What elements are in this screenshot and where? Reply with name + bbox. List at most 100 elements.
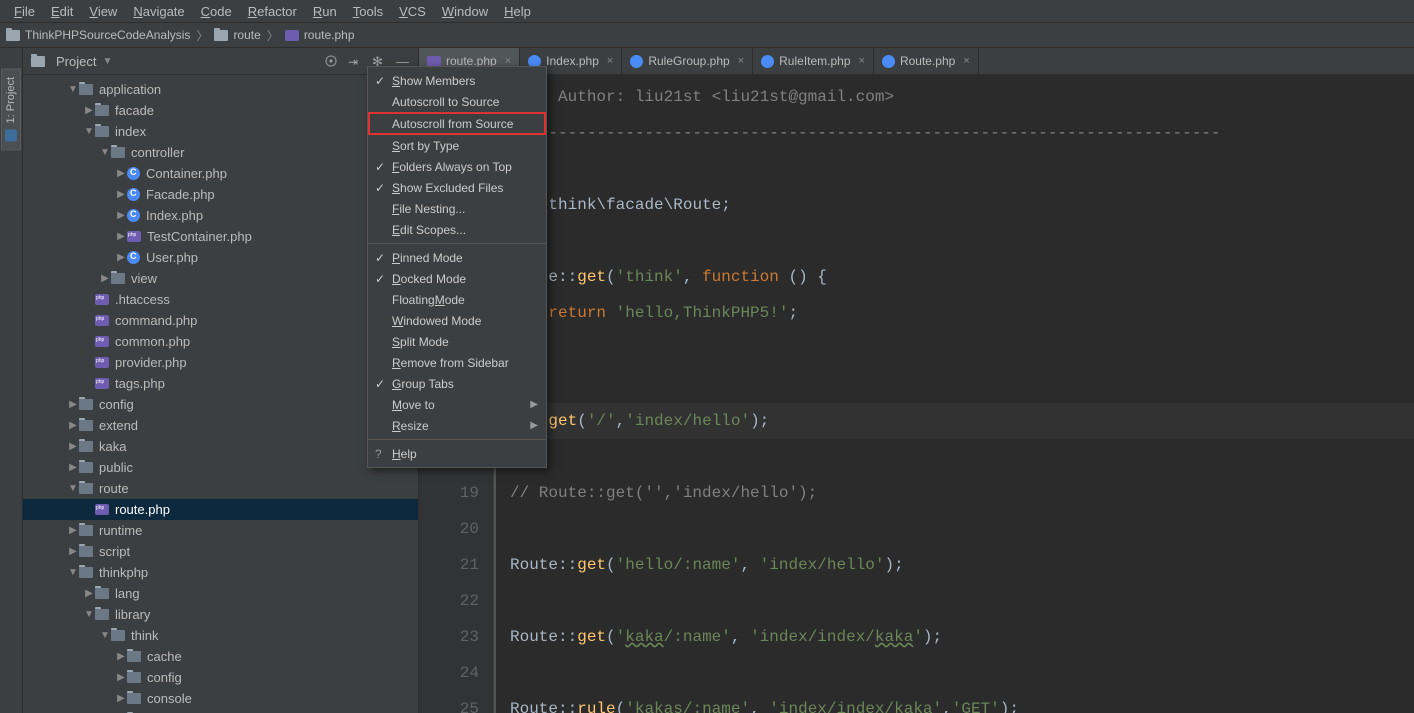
popup-move-to[interactable]: Move to▶	[368, 394, 546, 415]
menu-help[interactable]: Help	[496, 3, 539, 20]
breadcrumb-folder[interactable]: route	[233, 28, 260, 42]
popup-sort-by-type[interactable]: Sort by Type	[368, 135, 546, 156]
menu-tools[interactable]: Tools	[345, 3, 391, 20]
tree-arrow-icon[interactable]	[83, 105, 95, 116]
tree-arrow-icon[interactable]	[67, 525, 79, 536]
tree-item-tags-php[interactable]: tags.php	[23, 373, 418, 394]
close-tab-icon[interactable]: ×	[738, 55, 744, 67]
tree-item-User-php[interactable]: User.php	[23, 247, 418, 268]
tree-item-provider-php[interactable]: provider.php	[23, 352, 418, 373]
tree-item-extend[interactable]: extend	[23, 415, 418, 436]
project-tree[interactable]: applicationfacadeindexcontrollerContaine…	[23, 75, 418, 713]
tree-arrow-icon[interactable]	[115, 189, 127, 200]
popup-autoscroll-from-source[interactable]: Autoscroll from Source	[368, 112, 546, 135]
close-tab-icon[interactable]: ×	[963, 55, 969, 67]
close-tab-icon[interactable]: ×	[607, 55, 613, 67]
popup-windowed-mode[interactable]: Windowed Mode	[368, 310, 546, 331]
tree-item-db[interactable]: db	[23, 709, 418, 713]
menu-vcs[interactable]: VCS	[391, 3, 434, 20]
breadcrumb-file[interactable]: route.php	[304, 28, 355, 42]
tree-arrow-icon[interactable]	[67, 420, 79, 431]
popup-pinned-mode[interactable]: Pinned Mode	[368, 247, 546, 268]
tree-item-index[interactable]: index	[23, 121, 418, 142]
tree-item-think[interactable]: think	[23, 625, 418, 646]
popup-docked-mode[interactable]: Docked Mode	[368, 268, 546, 289]
tree-arrow-icon[interactable]	[67, 483, 79, 494]
tree-item--htaccess[interactable]: .htaccess	[23, 289, 418, 310]
tree-item-route-php[interactable]: route.php	[23, 499, 418, 520]
project-tool-tab[interactable]: 1: Project	[1, 68, 21, 150]
tab-RuleItem-php[interactable]: RuleItem.php×	[753, 48, 874, 74]
tree-item-application[interactable]: application	[23, 79, 418, 100]
menu-code[interactable]: Code	[193, 3, 240, 20]
popup-autoscroll-to-source[interactable]: Autoscroll to Source	[368, 91, 546, 112]
tree-arrow-icon[interactable]	[83, 609, 95, 620]
tree-item-facade[interactable]: facade	[23, 100, 418, 121]
tree-arrow-icon[interactable]	[67, 84, 79, 95]
tree-arrow-icon[interactable]	[115, 672, 127, 683]
tree-item-command-php[interactable]: command.php	[23, 310, 418, 331]
menu-file[interactable]: File	[6, 3, 43, 20]
collapse-all-icon[interactable]	[348, 54, 362, 68]
popup-resize[interactable]: Resize▶	[368, 415, 546, 436]
menu-edit[interactable]: Edit	[43, 3, 81, 20]
tree-arrow-icon[interactable]	[83, 126, 95, 137]
popup-edit-scopes-[interactable]: Edit Scopes...	[368, 219, 546, 240]
tree-item-library[interactable]: library	[23, 604, 418, 625]
tree-item-lang[interactable]: lang	[23, 583, 418, 604]
tree-item-Index-php[interactable]: Index.php	[23, 205, 418, 226]
tree-arrow-icon[interactable]	[115, 693, 127, 704]
popup-group-tabs[interactable]: Group Tabs	[368, 373, 546, 394]
tree-item-cache[interactable]: cache	[23, 646, 418, 667]
tree-arrow-icon[interactable]	[115, 168, 127, 179]
sidebar-title[interactable]: Project	[56, 54, 96, 69]
code-content[interactable]: // | Author: liu21st <liu21st@gmail.com>…	[504, 75, 1414, 713]
menu-navigate[interactable]: Navigate	[125, 3, 192, 20]
popup-help[interactable]: Help	[368, 443, 546, 464]
menu-refactor[interactable]: Refactor	[240, 3, 305, 20]
tab-RuleGroup-php[interactable]: RuleGroup.php×	[622, 48, 753, 74]
tree-arrow-icon[interactable]	[115, 231, 127, 242]
tree-item-common-php[interactable]: common.php	[23, 331, 418, 352]
tree-arrow-icon[interactable]	[67, 567, 79, 578]
tab-Route-php[interactable]: Route.php×	[874, 48, 979, 74]
tree-arrow-icon[interactable]	[99, 630, 111, 641]
scroll-from-source-icon[interactable]	[324, 54, 338, 68]
code-area[interactable]: 891011121314151617181920212223242526 // …	[419, 75, 1414, 713]
menu-window[interactable]: Window	[434, 3, 496, 20]
tree-arrow-icon[interactable]	[67, 441, 79, 452]
tree-arrow-icon[interactable]	[67, 399, 79, 410]
tree-item-config[interactable]: config	[23, 667, 418, 688]
breadcrumb-project[interactable]: ThinkPHPSourceCodeAnalysis	[25, 28, 190, 42]
popup-show-members[interactable]: Show Members	[368, 70, 546, 91]
tree-item-thinkphp[interactable]: thinkphp	[23, 562, 418, 583]
tree-item-view[interactable]: view	[23, 268, 418, 289]
popup-show-excluded-files[interactable]: Show Excluded Files	[368, 177, 546, 198]
popup-folders-always-on-top[interactable]: Folders Always on Top	[368, 156, 546, 177]
tree-item-console[interactable]: console	[23, 688, 418, 709]
menu-run[interactable]: Run	[305, 3, 345, 20]
tree-item-Facade-php[interactable]: Facade.php	[23, 184, 418, 205]
tree-item-script[interactable]: script	[23, 541, 418, 562]
close-tab-icon[interactable]: ×	[859, 55, 865, 67]
popup-split-mode[interactable]: Split Mode	[368, 331, 546, 352]
tree-item-public[interactable]: public	[23, 457, 418, 478]
popup-remove-from-sidebar[interactable]: Remove from Sidebar	[368, 352, 546, 373]
tree-arrow-icon[interactable]	[99, 147, 111, 158]
tree-arrow-icon[interactable]	[115, 210, 127, 221]
popup-floating-mode[interactable]: Floating Mode	[368, 289, 546, 310]
tree-arrow-icon[interactable]	[67, 462, 79, 473]
popup-file-nesting-[interactable]: File Nesting...	[368, 198, 546, 219]
tree-arrow-icon[interactable]	[83, 588, 95, 599]
tree-item-controller[interactable]: controller	[23, 142, 418, 163]
tree-arrow-icon[interactable]	[115, 252, 127, 263]
tree-arrow-icon[interactable]	[115, 651, 127, 662]
tree-item-kaka[interactable]: kaka	[23, 436, 418, 457]
tree-arrow-icon[interactable]	[67, 546, 79, 557]
menu-view[interactable]: View	[81, 3, 125, 20]
tree-item-TestContainer-php[interactable]: TestContainer.php	[23, 226, 418, 247]
tree-arrow-icon[interactable]	[99, 273, 111, 284]
tree-item-config[interactable]: config	[23, 394, 418, 415]
tree-item-runtime[interactable]: runtime	[23, 520, 418, 541]
tree-item-Container-php[interactable]: Container.php	[23, 163, 418, 184]
